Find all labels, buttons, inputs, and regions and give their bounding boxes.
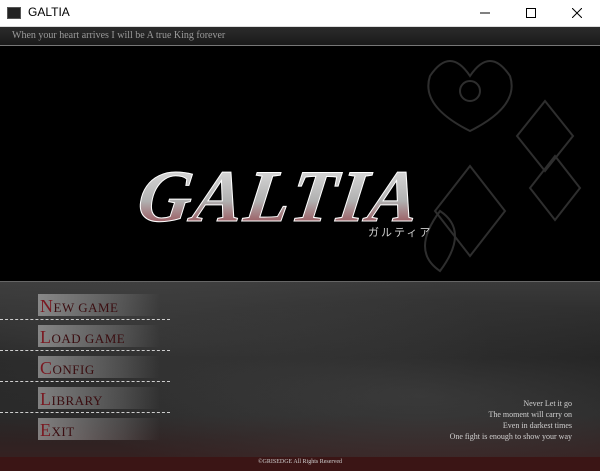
menu-label: EXIT xyxy=(40,420,75,441)
menu-cap-letter: L xyxy=(40,327,52,347)
menu-label: CONFIG xyxy=(40,358,95,379)
app-icon xyxy=(7,7,21,19)
menu-rest-text: ONFIG xyxy=(52,362,95,377)
menu-label: NEW GAME xyxy=(40,296,119,317)
close-button[interactable] xyxy=(554,0,600,26)
minimize-icon xyxy=(480,12,490,14)
poem-line: One fight is enough to show your way xyxy=(449,432,572,441)
menu-rest-text: EW GAME xyxy=(53,300,119,315)
minimize-button[interactable] xyxy=(462,0,508,26)
ornament-pattern xyxy=(424,60,582,273)
menu-cap-letter: L xyxy=(40,389,52,409)
tagline-text: When your heart arrives I will be A true… xyxy=(12,30,226,41)
menu-cap-letter: N xyxy=(40,296,54,316)
menu-divider xyxy=(0,350,170,351)
footer-bar: ©GRISEDGE All Rights Reserved xyxy=(0,457,600,471)
menu-label: LOAD GAME xyxy=(40,327,125,348)
title-hero: GALTIA ガルティア xyxy=(0,46,600,281)
tagline-bar: When your heart arrives I will be A true… xyxy=(0,27,600,46)
menu-cap-letter: E xyxy=(40,420,52,440)
window-titlebar: GALTIA xyxy=(0,0,600,27)
maximize-icon xyxy=(526,8,536,18)
menu-divider xyxy=(0,412,170,413)
copyright-text: ©GRISEDGE All Rights Reserved xyxy=(257,459,343,465)
maximize-button[interactable] xyxy=(508,0,554,26)
config-button[interactable]: CONFIG xyxy=(0,354,170,384)
menu-rest-text: XIT xyxy=(51,424,75,439)
menu-rest-text: OAD GAME xyxy=(51,331,126,346)
menu-divider xyxy=(0,319,170,320)
menu-divider xyxy=(0,381,170,382)
poem-line: Never Let it go xyxy=(523,399,572,408)
game-screen: When your heart arrives I will be A true… xyxy=(0,27,600,471)
library-button[interactable]: LIBRARY xyxy=(0,385,170,415)
poem-lines: Never Let it go The moment will carry on… xyxy=(450,398,572,442)
poem-line: The moment will carry on xyxy=(488,410,572,419)
new-game-button[interactable]: NEW GAME xyxy=(0,292,170,322)
menu-cap-letter: C xyxy=(40,358,53,378)
menu-rest-text: IBRARY xyxy=(51,393,103,408)
close-icon xyxy=(572,8,582,18)
poem-line: Even in darkest times xyxy=(502,421,572,430)
load-game-button[interactable]: LOAD GAME xyxy=(0,323,170,353)
window-title: GALTIA xyxy=(28,5,70,19)
logo-subtitle: ガルティア xyxy=(368,226,432,239)
exit-button[interactable]: EXIT xyxy=(0,416,170,446)
menu-label: LIBRARY xyxy=(40,389,103,410)
hero-art: GALTIA ガルティア xyxy=(133,60,582,273)
